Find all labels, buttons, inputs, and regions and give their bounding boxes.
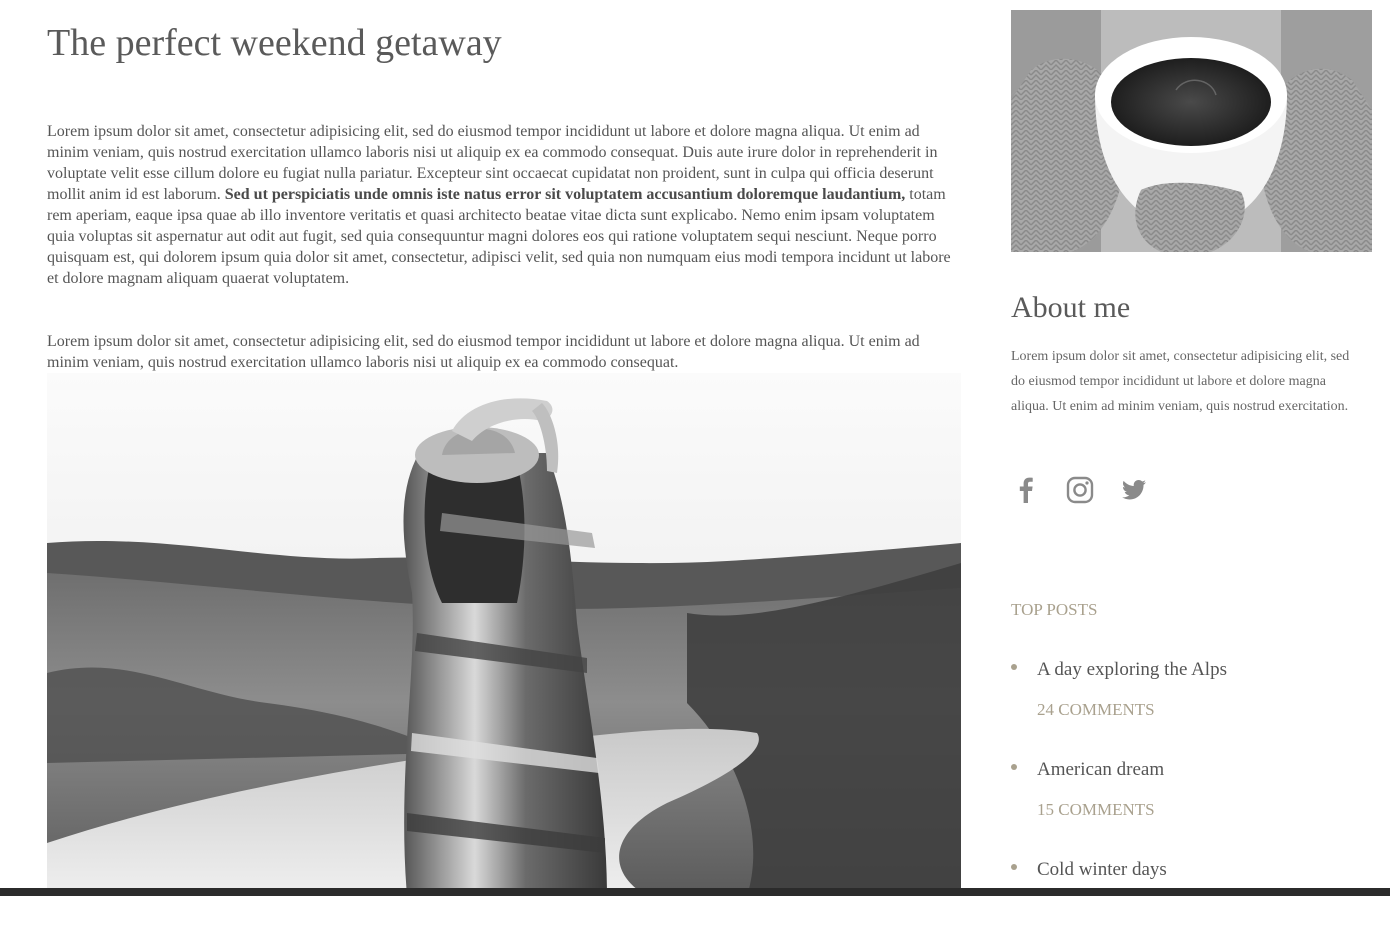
about-me-title: About me — [1011, 291, 1131, 324]
bullet-icon — [1011, 864, 1017, 870]
about-me-text: Lorem ipsum dolor sit amet, consectetur … — [1011, 349, 1350, 414]
sidebar-photo-coffee-cup — [1011, 10, 1372, 252]
top-post-item: A day exploring the Alps 24 COMMENTS — [1011, 650, 1372, 750]
top-post-title-link[interactable]: A day exploring the Alps — [1037, 650, 1372, 690]
social-links — [1011, 475, 1149, 505]
instagram-link[interactable] — [1065, 475, 1095, 505]
top-post-item: Cold winter days — [1011, 850, 1372, 950]
top-post-comments-count[interactable]: 15 COMMENTS — [1037, 790, 1372, 830]
top-post-comments-count[interactable]: 24 COMMENTS — [1037, 690, 1372, 730]
instagram-icon — [1066, 476, 1094, 504]
post-title: The perfect weekend getaway — [47, 22, 502, 64]
bullet-icon — [1011, 664, 1017, 670]
twitter-icon — [1122, 480, 1146, 500]
post-paragraph-2: Lorem ipsum dolor sit amet, consectetur … — [47, 333, 920, 371]
hero-photo-woman-on-road — [47, 373, 961, 896]
facebook-link[interactable] — [1011, 475, 1041, 505]
bottom-bar — [0, 888, 1390, 896]
bullet-icon — [1011, 764, 1017, 770]
top-posts-heading: TOP POSTS — [1011, 600, 1098, 619]
top-posts-list: A day exploring the Alps 24 COMMENTS Ame… — [1011, 650, 1372, 950]
top-post-title-link[interactable]: American dream — [1037, 750, 1372, 790]
top-post-item: American dream 15 COMMENTS — [1011, 750, 1372, 850]
twitter-link[interactable] — [1119, 475, 1149, 505]
post-paragraph-1: Lorem ipsum dolor sit amet, consectetur … — [47, 121, 953, 289]
top-post-title-link[interactable]: Cold winter days — [1037, 850, 1372, 890]
facebook-icon — [1019, 477, 1033, 503]
paragraph-1-bold-text: Sed ut perspiciatis unde omnis iste natu… — [224, 186, 906, 203]
